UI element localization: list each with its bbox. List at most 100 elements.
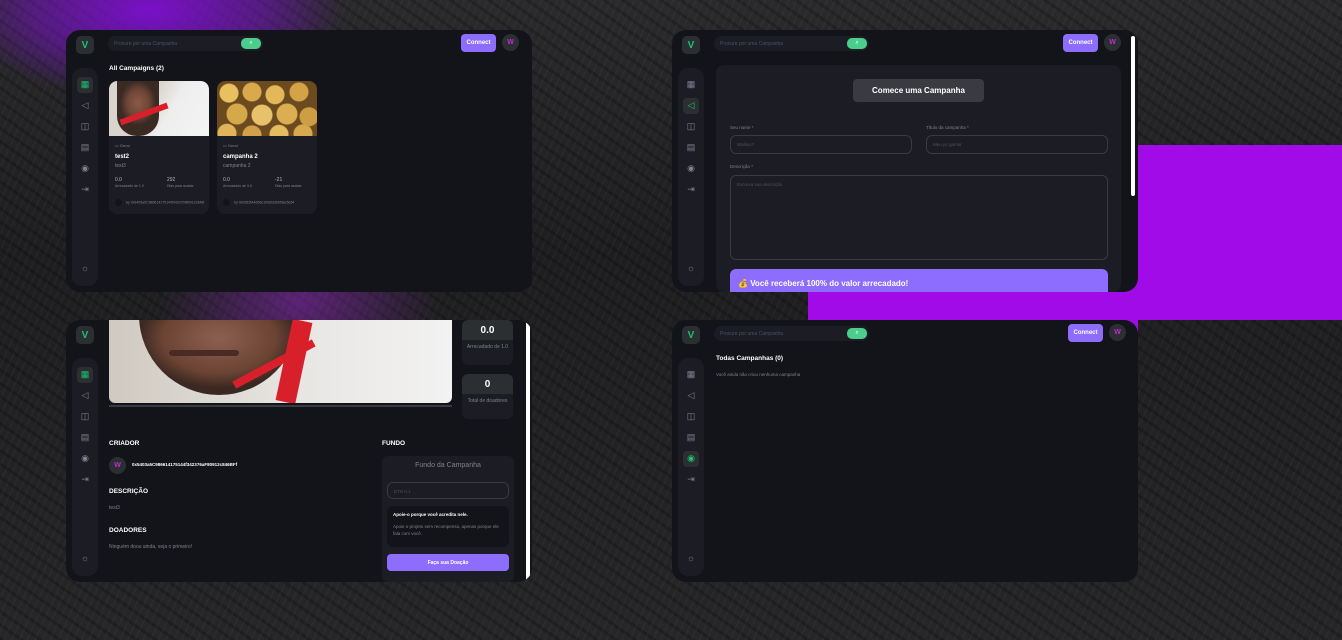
money-bag-icon: 💰 bbox=[738, 279, 751, 288]
profile-icon[interactable]: ◉ bbox=[77, 161, 93, 177]
category-label: ▭ Geral bbox=[223, 143, 238, 148]
withdraw-icon[interactable]: ▤ bbox=[683, 140, 699, 156]
description-field[interactable]: Escreva sua descrição bbox=[730, 175, 1108, 260]
profile-icon[interactable]: ◉ bbox=[77, 451, 93, 467]
page-title: All Campaigns (2) bbox=[109, 65, 164, 72]
search-placeholder: Procure por uma Campanha bbox=[720, 41, 784, 47]
sidebar: V ▦ ◁ ◫ ▤ ◉ ⇥ ☼ bbox=[72, 36, 98, 286]
logout-icon[interactable]: ⇥ bbox=[77, 182, 93, 198]
owner-avatar bbox=[115, 199, 122, 206]
days-label: Dias para acabar bbox=[167, 184, 194, 188]
dashboard-icon[interactable]: ▦ bbox=[683, 77, 699, 93]
campaign-image bbox=[109, 320, 452, 403]
title-label: Título da campanha * bbox=[926, 125, 969, 130]
avatar[interactable]: W bbox=[1104, 34, 1121, 51]
title-field[interactable]: Meu pc gamer bbox=[926, 135, 1108, 154]
profile-icon[interactable]: ◉ bbox=[683, 161, 699, 177]
card-title: campanha 2 bbox=[223, 154, 258, 160]
campaign-image bbox=[109, 81, 209, 136]
sun-icon[interactable]: ☼ bbox=[77, 260, 93, 276]
topbar: Procure por uma Campanha ⌕ Connect W bbox=[108, 34, 522, 54]
payment-icon[interactable]: ◫ bbox=[77, 119, 93, 135]
campaign-card[interactable]: ▭ Geral campanha 2 campanha 2 0.0 -21 Ar… bbox=[217, 81, 317, 214]
campaign-card[interactable]: ▭ Geral test2 test3 0.0 292 Arrecadado d… bbox=[109, 81, 209, 214]
search-input[interactable]: Procure por uma Campanha ⌕ bbox=[714, 326, 869, 341]
withdraw-icon[interactable]: ▤ bbox=[77, 430, 93, 446]
amount-input[interactable]: ETH 0.1 bbox=[387, 482, 509, 499]
name-field[interactable]: Walliso? bbox=[730, 135, 912, 154]
logout-icon[interactable]: ⇥ bbox=[683, 182, 699, 198]
logout-icon[interactable]: ⇥ bbox=[77, 472, 93, 488]
avatar[interactable]: W bbox=[1109, 324, 1126, 341]
withdraw-icon[interactable]: ▤ bbox=[683, 430, 699, 446]
sidebar: V ▦ ◁ ◫ ▤ ◉ ⇥ ☼ bbox=[678, 326, 704, 576]
form-banner: Comece uma Campanha bbox=[853, 79, 984, 102]
creator-avatar: W bbox=[109, 457, 126, 474]
donors-heading: DOADORES bbox=[109, 527, 147, 534]
raised-value: 0.0 bbox=[462, 320, 513, 340]
description-heading: DESCRIÇÃO bbox=[109, 488, 149, 495]
sidebar-rail: ▦ ◁ ◫ ▤ ◉ ⇥ ☼ bbox=[72, 68, 98, 286]
search-icon[interactable]: ⌕ bbox=[241, 38, 261, 49]
card-subtitle: campanha 2 bbox=[223, 163, 251, 169]
megaphone-icon[interactable]: ◁ bbox=[77, 388, 93, 404]
megaphone-icon[interactable]: ◁ bbox=[683, 97, 699, 114]
megaphone-icon[interactable]: ◁ bbox=[77, 98, 93, 114]
connect-button[interactable]: Connect bbox=[1068, 324, 1103, 342]
dashboard-icon[interactable]: ▦ bbox=[683, 367, 699, 383]
megaphone-icon[interactable]: ◁ bbox=[683, 388, 699, 404]
raised-label: Arrecadado de 3.0 bbox=[223, 184, 252, 188]
profile-icon[interactable]: ◉ bbox=[683, 450, 699, 467]
search-icon[interactable]: ⌕ bbox=[847, 38, 867, 49]
name-label: Seu nome * bbox=[730, 125, 754, 130]
donate-button[interactable]: Faça sua Doação bbox=[387, 554, 509, 571]
creator-heading: CRIADOR bbox=[109, 440, 140, 447]
sun-icon[interactable]: ☼ bbox=[683, 550, 699, 566]
payment-icon[interactable]: ◫ bbox=[77, 409, 93, 425]
search-input[interactable]: Procure por uma Campanha ⌕ bbox=[714, 36, 869, 51]
owner: by 0x0352fA4d66e1f9d6d3b6fdae5a54 bbox=[223, 199, 294, 206]
logout-icon[interactable]: ⇥ bbox=[683, 472, 699, 488]
sidebar: V ▦ ◁ ◫ ▤ ◉ ⇥ ☼ bbox=[72, 326, 98, 576]
description-text: test3 bbox=[109, 505, 120, 511]
scrollbar[interactable] bbox=[1131, 36, 1135, 196]
search-icon[interactable]: ⌕ bbox=[847, 328, 867, 339]
logo[interactable]: V bbox=[76, 36, 94, 54]
support-box: Apoie-o porque você acredita nele. Apoie… bbox=[387, 506, 509, 547]
sidebar-rail: ▦ ◁ ◫ ▤ ◉ ⇥ ☼ bbox=[72, 358, 98, 576]
topbar: Procure por uma Campanha ⌕ Connect W bbox=[714, 324, 1128, 344]
connect-button[interactable]: Connect bbox=[461, 34, 496, 52]
payment-icon[interactable]: ◫ bbox=[683, 409, 699, 425]
days-label: Dias para acabar bbox=[275, 184, 302, 188]
logo[interactable]: V bbox=[682, 36, 700, 54]
logo[interactable]: V bbox=[682, 326, 700, 344]
donors-value: 0 bbox=[462, 374, 513, 394]
search-input[interactable]: Procure por uma Campanha ⌕ bbox=[108, 36, 263, 51]
scrollbar[interactable] bbox=[526, 320, 530, 582]
withdraw-icon[interactable]: ▤ bbox=[77, 140, 93, 156]
logo[interactable]: V bbox=[76, 326, 94, 344]
support-title: Apoie-o porque você acredita nele. bbox=[393, 512, 468, 517]
avatar[interactable]: W bbox=[502, 34, 519, 51]
owner-avatar bbox=[223, 199, 230, 206]
dashboard-icon[interactable]: ▦ bbox=[77, 366, 93, 383]
progress-track bbox=[109, 405, 452, 407]
fee-banner: 💰 Você receberá 100% do valor arrecadado… bbox=[730, 269, 1108, 292]
raised-stat: 0.0 Arrecadado de 1.0 bbox=[462, 320, 513, 365]
page-title: Todas Campanhas (0) bbox=[716, 355, 784, 362]
donors-label: Total de doadores bbox=[467, 398, 508, 404]
fund-heading: FUNDO bbox=[382, 440, 406, 447]
campaign-image bbox=[217, 81, 317, 136]
sidebar-rail: ▦ ◁ ◫ ▤ ◉ ⇥ ☼ bbox=[678, 358, 704, 576]
connect-button[interactable]: Connect bbox=[1063, 34, 1098, 52]
raised-label: Arrecadado de 1.0 bbox=[466, 344, 509, 350]
days-value: 292 bbox=[167, 177, 176, 183]
sun-icon[interactable]: ☼ bbox=[683, 260, 699, 276]
donors-stat: 0 Total de doadores bbox=[462, 374, 513, 419]
sun-icon[interactable]: ☼ bbox=[77, 550, 93, 566]
payment-icon[interactable]: ◫ bbox=[683, 119, 699, 135]
dashboard-icon[interactable]: ▦ bbox=[77, 76, 93, 93]
owner: by 0x9405a5C986614175144f34237bfB0912c84… bbox=[115, 199, 204, 206]
panel-create-campaign: V ▦ ◁ ◫ ▤ ◉ ⇥ ☼ Procure por uma Campanha… bbox=[672, 30, 1138, 292]
raised-label: Arrecadado de 1.0 bbox=[115, 184, 144, 188]
